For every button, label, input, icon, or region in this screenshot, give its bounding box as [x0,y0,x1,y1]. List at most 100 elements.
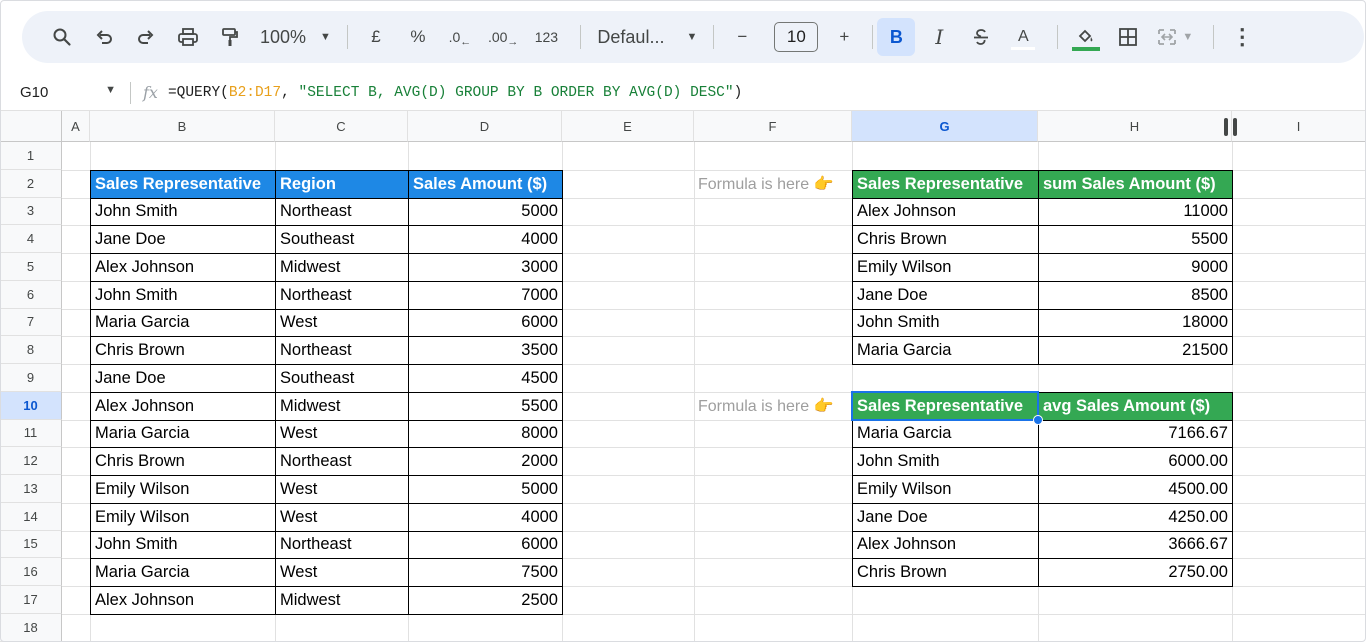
table2-cell[interactable]: Alex Johnson [852,197,1039,227]
table1-cell[interactable]: West [275,475,409,504]
increase-font-size-button[interactable]: + [826,19,862,55]
table1-cell[interactable]: 8000 [408,419,563,449]
row-header-7[interactable]: 7 [0,308,62,337]
table2-cell[interactable]: 11000 [1038,197,1233,227]
table1-cell[interactable]: Alex Johnson [90,253,276,282]
table1-cell[interactable]: Southeast [275,225,409,254]
undo-icon[interactable] [86,19,122,55]
table1-cell[interactable]: Alex Johnson [90,391,276,421]
table1-cell[interactable]: Midwest [275,391,409,421]
table2-cell[interactable]: John Smith [852,308,1039,338]
merge-cells-icon[interactable]: ▼ [1152,19,1197,55]
table1-cell[interactable]: 4500 [408,364,563,393]
table2-cell[interactable]: Chris Brown [852,225,1039,254]
table1-cell[interactable]: Northeast [275,530,409,560]
table1-cell[interactable]: John Smith [90,280,276,310]
table1-cell[interactable]: Northeast [275,447,409,476]
more-options-button[interactable]: ⋮ [1224,19,1260,55]
table1-cell[interactable]: Northeast [275,336,409,365]
table1-cell[interactable]: Alex Johnson [90,586,276,615]
row-header-4[interactable]: 4 [0,225,62,253]
column-header-d[interactable]: D [408,111,562,142]
table1-cell[interactable]: 5000 [408,475,563,504]
column-header-e[interactable]: E [562,111,694,142]
table3-cell[interactable]: Maria Garcia [852,419,1039,449]
table3-header-cell[interactable]: avg Sales Amount ($) [1038,391,1233,421]
row-header-10[interactable]: 10 [0,391,62,420]
table2-cell[interactable]: 18000 [1038,308,1233,338]
row-header-13[interactable]: 13 [0,475,62,503]
table1-cell[interactable]: Maria Garcia [90,558,276,587]
font-size-input[interactable]: 10 [774,22,819,52]
table1-cell[interactable]: 3000 [408,253,563,282]
table3-header-cell[interactable]: Sales Representative [852,391,1039,421]
table1-cell[interactable]: Maria Garcia [90,419,276,449]
table1-cell[interactable]: 7500 [408,558,563,587]
table1-cell[interactable]: West [275,502,409,532]
row-header-8[interactable]: 8 [0,336,62,364]
row-header-12[interactable]: 12 [0,447,62,475]
table1-cell[interactable]: 4000 [408,225,563,254]
column-header-c[interactable]: C [275,111,408,142]
redo-icon[interactable] [128,19,164,55]
column-header-b[interactable]: B [90,111,275,142]
row-header-17[interactable]: 17 [0,586,62,614]
table1-cell[interactable]: 6000 [408,308,563,338]
table1-cell[interactable]: 3500 [408,336,563,365]
table1-cell[interactable]: 5000 [408,197,563,227]
table3-cell[interactable]: 3666.67 [1038,530,1233,560]
table1-cell[interactable]: West [275,558,409,587]
row-header-11[interactable]: 11 [0,419,62,448]
table1-cell[interactable]: Southeast [275,364,409,393]
table2-cell[interactable]: 8500 [1038,280,1233,310]
row-header-14[interactable]: 14 [0,502,62,531]
table2-cell[interactable]: Jane Doe [852,280,1039,310]
table2-cell[interactable]: Emily Wilson [852,253,1039,282]
name-box[interactable]: G10 ▼ [0,84,130,101]
strikethrough-icon[interactable] [963,19,999,55]
table1-header-cell[interactable]: Region [275,169,409,199]
fill-handle[interactable] [1033,414,1043,425]
table3-cell[interactable]: Chris Brown [852,558,1039,587]
decrease-font-size-button[interactable]: − [724,19,760,55]
table3-cell[interactable]: 4250.00 [1038,502,1233,532]
column-header-g[interactable]: G [852,111,1038,142]
table1-cell[interactable]: Emily Wilson [90,475,276,504]
table1-cell[interactable]: Northeast [275,197,409,227]
select-all-corner[interactable] [0,111,62,142]
table3-cell[interactable]: Emily Wilson [852,475,1039,504]
table1-cell[interactable]: West [275,419,409,449]
text-color-button[interactable]: A [1005,19,1041,55]
table1-cell[interactable]: West [275,308,409,338]
table1-cell[interactable]: 2000 [408,447,563,476]
table2-header-cell[interactable]: sum Sales Amount ($) [1038,169,1233,199]
table1-cell[interactable]: Chris Brown [90,447,276,476]
table1-cell[interactable]: 7000 [408,280,563,310]
table2-cell[interactable]: Maria Garcia [852,336,1039,365]
bold-button[interactable]: B [877,18,916,56]
table1-header-cell[interactable]: Sales Amount ($) [408,169,563,199]
search-menus-icon[interactable] [44,19,80,55]
column-header-f[interactable]: F [694,111,852,142]
table3-cell[interactable]: Jane Doe [852,502,1039,532]
table3-cell[interactable]: 6000.00 [1038,447,1233,476]
column-header-i[interactable]: I [1232,111,1366,142]
currency-format-button[interactable]: £ [358,19,394,55]
freeze-handle[interactable] [1233,118,1237,136]
row-header-15[interactable]: 15 [0,530,62,559]
table1-cell[interactable]: 5500 [408,391,563,421]
table1-cell[interactable]: 6000 [408,530,563,560]
table1-cell[interactable]: John Smith [90,197,276,227]
table1-cell[interactable]: Chris Brown [90,336,276,365]
table1-header-cell[interactable]: Sales Representative [90,169,276,199]
table1-cell[interactable]: Emily Wilson [90,502,276,532]
freeze-handle[interactable] [1224,118,1228,136]
percent-format-button[interactable]: % [400,19,436,55]
borders-icon[interactable] [1110,19,1146,55]
paint-format-icon[interactable] [212,19,248,55]
font-select[interactable]: Defaul... ▼ [591,27,703,48]
row-header-6[interactable]: 6 [0,280,62,309]
increase-decimal-button[interactable]: .00 → [484,19,522,55]
table1-cell[interactable]: Maria Garcia [90,308,276,338]
table3-cell[interactable]: 7166.67 [1038,419,1233,449]
